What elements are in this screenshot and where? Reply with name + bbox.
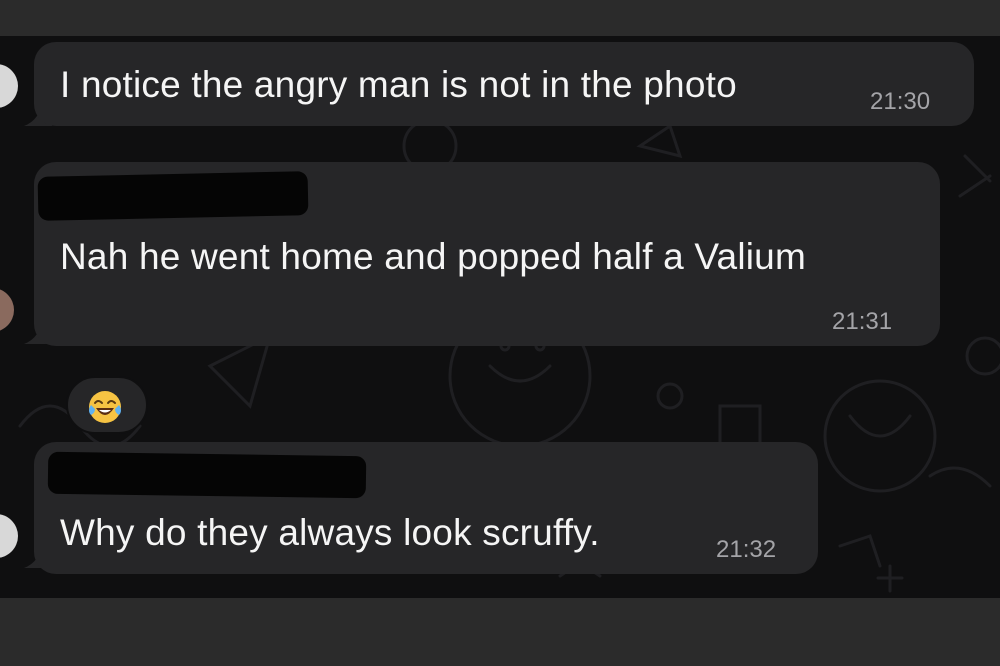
message-text: I notice the angry man is not in the pho… xyxy=(60,64,737,105)
message-reaction[interactable] xyxy=(66,376,148,434)
message-bubble[interactable]: I notice the angry man is not in the pho… xyxy=(34,42,974,126)
bottom-bar xyxy=(0,598,1000,666)
tears-of-joy-emoji-icon xyxy=(89,391,121,423)
redacted-sender-name xyxy=(37,171,309,221)
chat-area[interactable]: I notice the angry man is not in the pho… xyxy=(0,36,1000,598)
redacted-sender-name xyxy=(47,451,367,499)
message-bubble[interactable]: Nah he went home and popped half a Valiu… xyxy=(34,162,940,346)
message-timestamp: 21:31 xyxy=(832,308,893,335)
message-bubble[interactable]: Why do they always look scruffy. 21:32 xyxy=(34,442,818,574)
message-text: Nah he went home and popped half a Valiu… xyxy=(60,236,806,277)
message-timestamp: 21:32 xyxy=(716,536,777,563)
message-text: Why do they always look scruffy. xyxy=(60,512,600,553)
message-timestamp: 21:30 xyxy=(870,88,931,115)
screenshot-frame: I notice the angry man is not in the pho… xyxy=(0,0,1000,666)
